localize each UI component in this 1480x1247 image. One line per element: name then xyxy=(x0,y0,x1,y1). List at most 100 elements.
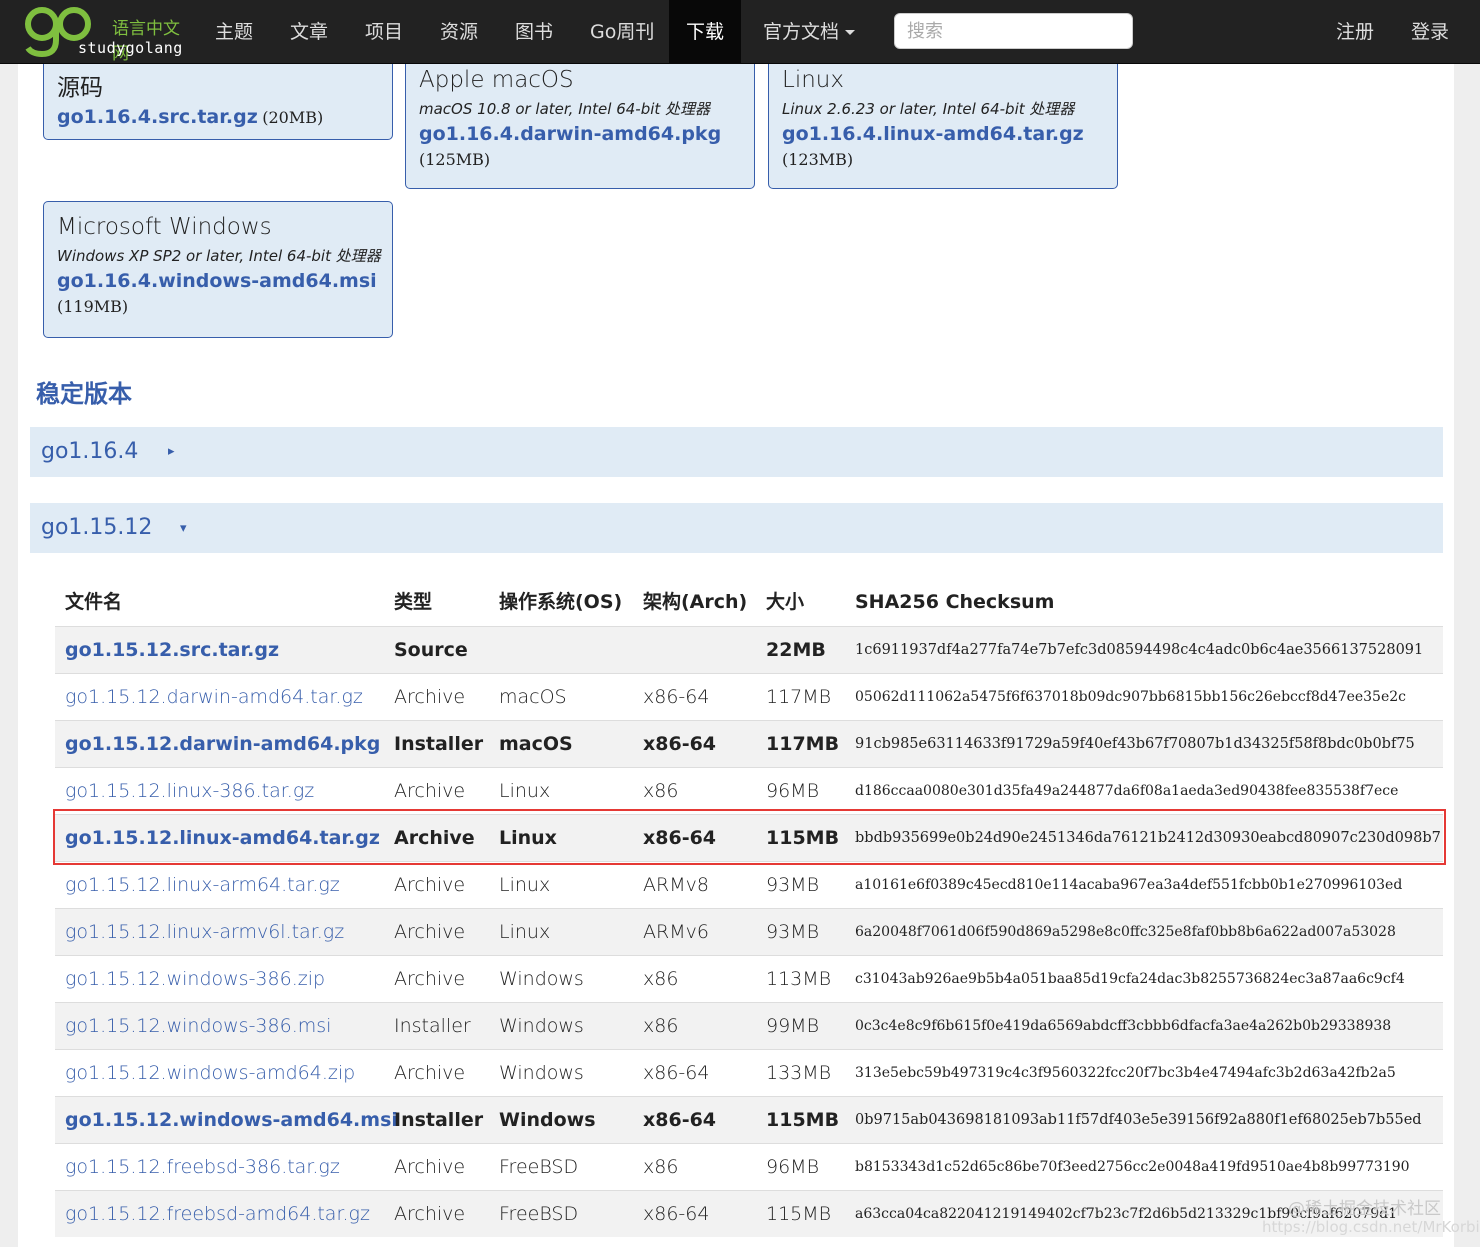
card-title: 源码 xyxy=(57,75,103,101)
card-desc: macOS 10.8 or later, Intel 64-bit 处理器 xyxy=(419,100,711,118)
cell-kind: Archive xyxy=(394,921,466,943)
caret-down-icon xyxy=(845,30,856,35)
file-download-link[interactable]: go1.15.12.darwin-amd64.pkg xyxy=(65,721,380,768)
table-row: go1.15.12.darwin-amd64.tar.gz Archive macO… xyxy=(55,673,1443,720)
cell-arch: x86 xyxy=(643,780,679,802)
header-kind: 类型 xyxy=(394,591,433,613)
cell-kind: Archive xyxy=(394,1203,466,1225)
version-label: go1.15.12 xyxy=(41,515,153,540)
nav-books[interactable]: 图书 xyxy=(515,0,553,64)
cell-size: 22MB xyxy=(766,639,826,661)
card-desc: Windows XP SP2 or later, Intel 64-bit 处理… xyxy=(57,247,381,265)
nav-resources[interactable]: 资源 xyxy=(440,0,478,64)
cell-sum: 91cb985e63114633f91729a59f40ef43b67f7080… xyxy=(855,736,1415,752)
cell-sum: b8153343d1c52d65c86be70f3eed2756cc2e0048… xyxy=(855,1159,1410,1175)
table-row: go1.15.12.windows-386.zip Archive Windows x… xyxy=(55,955,1443,1002)
file-download-link[interactable]: go1.15.12.linux-armv6l.tar.gz xyxy=(65,909,344,956)
file-download-link[interactable]: go1.15.12.src.tar.gz xyxy=(65,627,279,674)
login-link[interactable]: 登录 xyxy=(1411,0,1449,64)
card-linux: Linux Linux 2.6.23 or later, Intel 64-bi… xyxy=(768,64,1118,189)
card-file-link[interactable]: go1.16.4.darwin-amd64.pkg xyxy=(419,123,721,145)
cell-os: Windows xyxy=(499,968,584,990)
watermark-text: @稀土掘金技术社区 xyxy=(1288,1199,1441,1219)
version-label: go1.16.4 xyxy=(41,439,139,464)
cell-arch: x86-64 xyxy=(643,1109,717,1131)
table-header-row: 文件名 类型 操作系统(OS) 架构(Arch) 大小 SHA256 Check… xyxy=(55,578,1443,626)
cell-size: 117MB xyxy=(766,686,832,708)
cell-os: macOS xyxy=(499,686,567,708)
card-title: Apple macOS xyxy=(419,67,574,93)
nav-articles[interactable]: 文章 xyxy=(290,0,328,64)
search-input[interactable] xyxy=(894,13,1133,49)
card-size: (20MB) xyxy=(262,108,324,127)
card-desc: Linux 2.6.23 or later, Intel 64-bit 处理器 xyxy=(782,100,1075,118)
file-download-link[interactable]: go1.15.12.windows-386.zip xyxy=(65,956,325,1003)
cell-arch: x86-64 xyxy=(643,1203,710,1225)
cell-sum: c31043ab926ae9b5b4a051baa85d19cfa24dac3b… xyxy=(855,971,1405,987)
nav-downloads[interactable]: 下载 xyxy=(669,0,741,64)
cell-size: 96MB xyxy=(766,780,820,802)
table-row: go1.15.12.linux-arm64.tar.gz Archive Linux… xyxy=(55,861,1443,908)
file-download-link[interactable]: go1.15.12.windows-386.msi xyxy=(65,1003,331,1050)
cell-size: 133MB xyxy=(766,1062,832,1084)
cell-sum: 0c3c4e8c9f6b615f0e419da6569abdcff3cbbb6d… xyxy=(855,1018,1392,1034)
cell-sum: a10161e6f0389c45ecd810e114acaba967ea3a4d… xyxy=(855,877,1403,893)
cell-arch: x86 xyxy=(643,968,679,990)
cell-size: 117MB xyxy=(766,733,840,755)
file-download-link[interactable]: go1.15.12.windows-amd64.zip xyxy=(65,1050,355,1097)
register-link[interactable]: 注册 xyxy=(1336,0,1374,64)
card-size: (123MB) xyxy=(782,150,854,169)
file-download-link[interactable]: go1.15.12.freebsd-amd64.tar.gz xyxy=(65,1191,370,1238)
card-file-link[interactable]: go1.16.4.linux-amd64.tar.gz xyxy=(782,123,1084,145)
nav-weekly[interactable]: Go周刊 xyxy=(590,0,654,64)
cell-sum: 05062d111062a5475f6f637018b09dc907bb6815… xyxy=(855,689,1406,705)
cell-size: 99MB xyxy=(766,1015,820,1037)
file-download-link[interactable]: go1.15.12.freebsd-386.tar.gz xyxy=(65,1144,340,1191)
header-checksum: SHA256 Checksum xyxy=(855,591,1055,613)
file-download-link[interactable]: go1.15.12.linux-arm64.tar.gz xyxy=(65,862,340,909)
section-title: 稳定版本 xyxy=(36,380,132,408)
card-macos: Apple macOS macOS 10.8 or later, Intel 6… xyxy=(405,64,755,189)
file-download-link[interactable]: go1.15.12.windows-amd64.msi xyxy=(65,1097,398,1144)
table-row: go1.15.12.src.tar.gz Source 22MB 1c6911937d… xyxy=(55,626,1443,673)
file-download-link[interactable]: go1.15.12.linux-386.tar.gz xyxy=(65,768,314,815)
cell-kind: Installer xyxy=(394,1109,484,1131)
table-row: go1.15.12.windows-amd64.msi Installer Wind… xyxy=(55,1096,1443,1143)
nav-docs[interactable]: 官方文档 xyxy=(763,0,856,64)
header-os: 操作系统(OS) xyxy=(499,591,623,613)
table-row: go1.15.12.freebsd-386.tar.gz Archive FreeB… xyxy=(55,1143,1443,1190)
cell-kind: Source xyxy=(394,639,468,661)
version-toggle-expanded[interactable]: go1.15.12 ▾ xyxy=(30,503,1443,553)
logo-en-text: studygolang xyxy=(78,39,183,57)
card-size: (125MB) xyxy=(419,150,491,169)
table-row: go1.15.12.darwin-amd64.pkg Installer macOS… xyxy=(55,720,1443,767)
nav-projects[interactable]: 项目 xyxy=(365,0,403,64)
file-download-link[interactable]: go1.15.12.darwin-amd64.tar.gz xyxy=(65,674,363,721)
cell-sum: 1c6911937df4a277fa74e7b7efc3d08594498c4c… xyxy=(855,642,1424,658)
triangle-right-icon: ▸ xyxy=(168,443,175,458)
watermark-url: https://blog.csdn.net/MrKorbin xyxy=(1262,1218,1480,1236)
site-logo[interactable]: 语言中文网 studygolang xyxy=(22,4,192,64)
cell-sum: 313e5ebc59b497319c4c3f9560322fcc20f7bc3b… xyxy=(855,1065,1396,1081)
cell-size: 115MB xyxy=(766,1109,840,1131)
card-source: 源码 go1.16.4.src.tar.gz (20MB) xyxy=(43,64,393,140)
cell-kind: Archive xyxy=(394,780,466,802)
cell-os: Windows xyxy=(499,1015,584,1037)
card-title: Linux xyxy=(782,67,844,93)
card-file-link[interactable]: go1.16.4.windows-amd64.msi xyxy=(57,270,377,292)
cell-os: Windows xyxy=(499,1062,584,1084)
cell-size: 115MB xyxy=(766,1203,832,1225)
cell-os: Windows xyxy=(499,1109,596,1131)
table-row: go1.15.12.linux-386.tar.gz Archive Linux x8… xyxy=(55,767,1443,814)
card-file-link[interactable]: go1.16.4.src.tar.gz xyxy=(57,106,258,128)
nav-topics[interactable]: 主题 xyxy=(215,0,253,64)
cell-os: macOS xyxy=(499,733,573,755)
version-toggle-collapsed[interactable]: go1.16.4 ▸ xyxy=(30,427,1443,477)
cell-os: Linux xyxy=(499,874,551,896)
cell-sum: d186ccaa0080e301d35fa49a244877da6f08a1ae… xyxy=(855,783,1399,799)
cell-os: FreeBSD xyxy=(499,1203,579,1225)
cell-arch: x86-64 xyxy=(643,733,717,755)
table-row: go1.15.12.linux-armv6l.tar.gz Archive Linu… xyxy=(55,908,1443,955)
cell-kind: Archive xyxy=(394,686,466,708)
header-arch: 架构(Arch) xyxy=(643,591,748,613)
